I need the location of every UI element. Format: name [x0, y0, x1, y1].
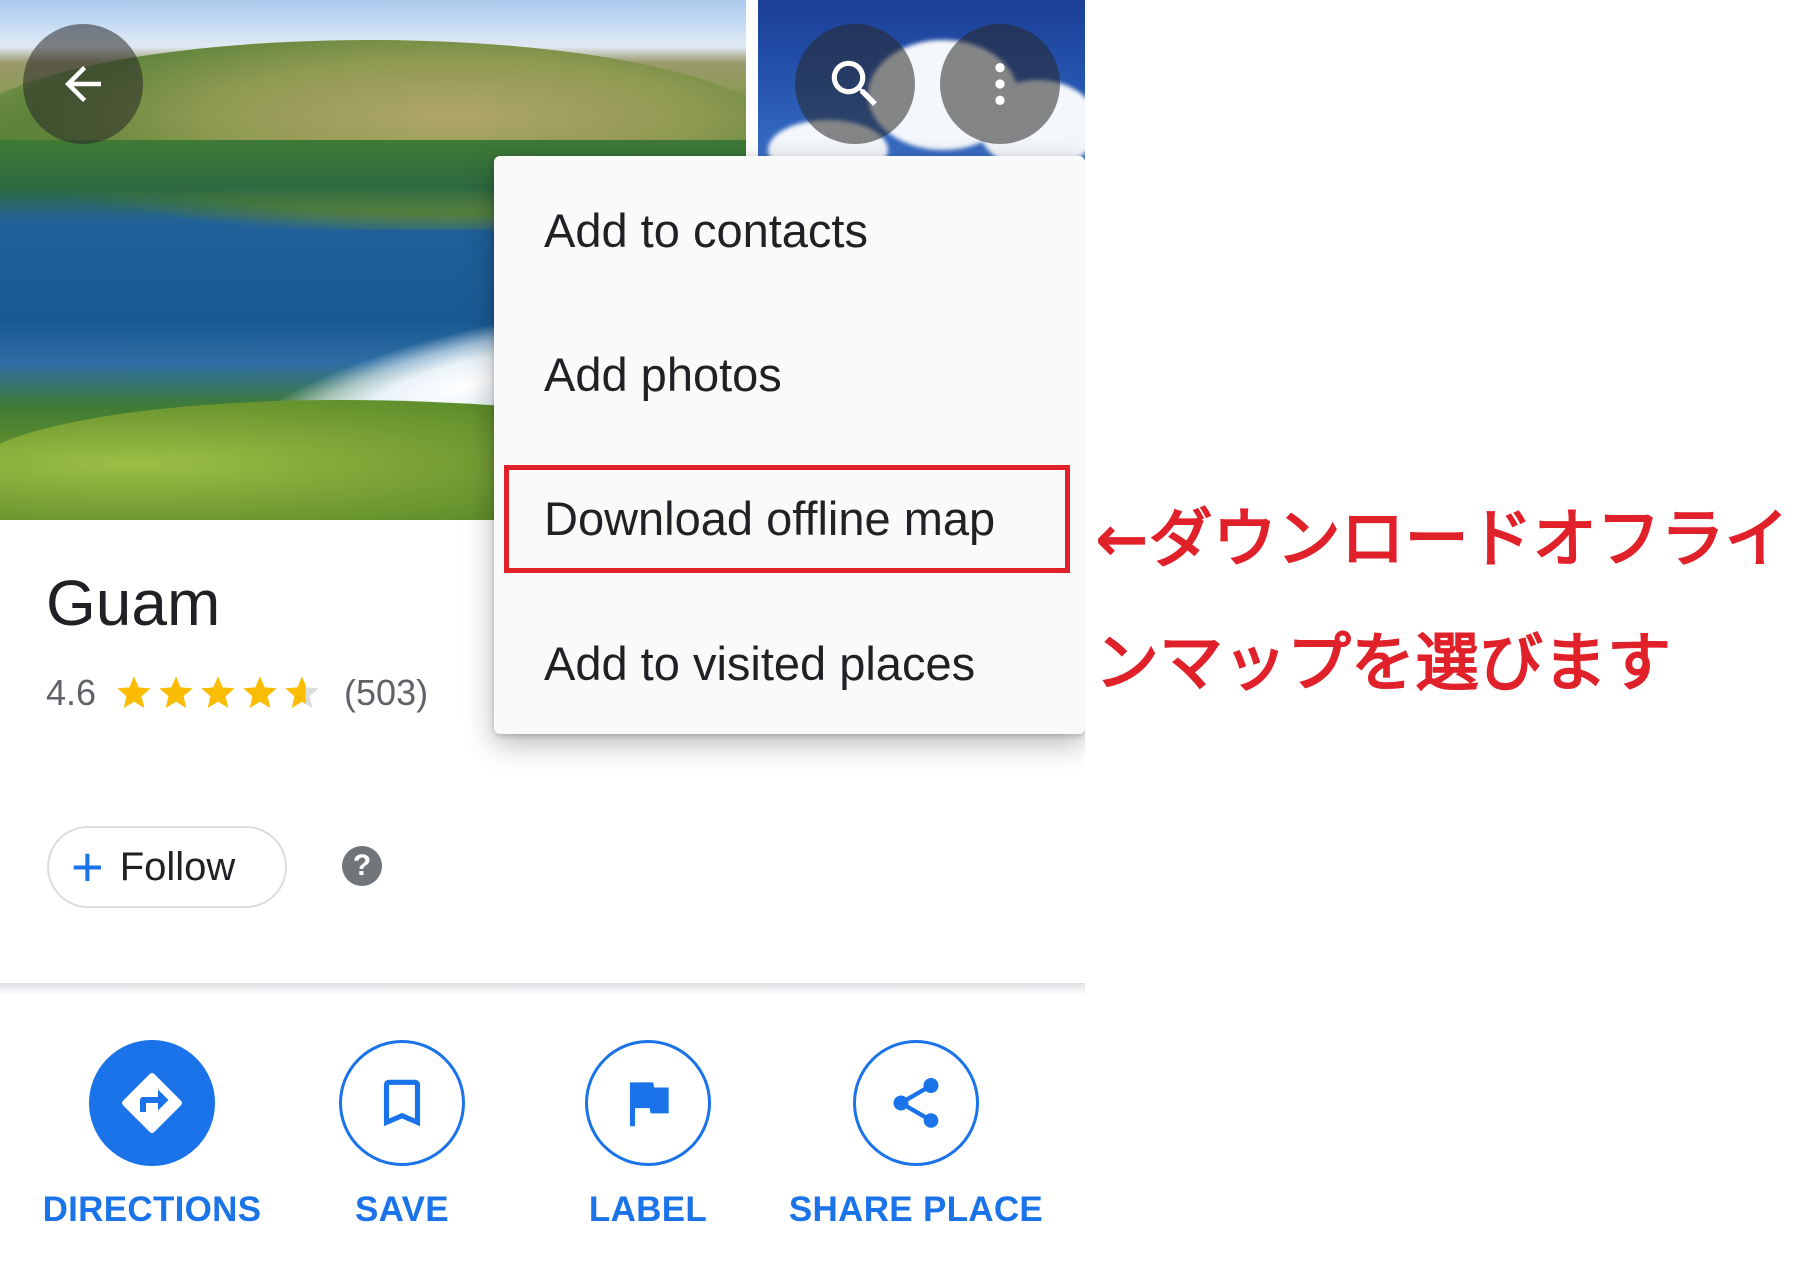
label-label: LABEL	[588, 1190, 708, 1229]
label-circle[interactable]	[585, 1040, 711, 1166]
star-rating	[114, 673, 324, 713]
flag-icon	[629, 1082, 669, 1127]
share-circle[interactable]	[853, 1040, 979, 1166]
star-icon	[117, 676, 151, 708]
star-icon	[201, 676, 235, 708]
star-icon	[285, 676, 319, 708]
plus-icon: +	[71, 835, 104, 898]
star-icon	[159, 676, 193, 708]
follow-label: Follow	[119, 844, 236, 889]
annotation-text: ←ダウンロードオフラインマップを選びます	[1095, 503, 1789, 701]
search-icon	[831, 60, 877, 106]
save-button[interactable]: SAVE	[272, 1040, 532, 1230]
place-screen: Guam 4.6 (503) + Follow ? DIRECTIONS SAV…	[0, 0, 1085, 1268]
rating-row[interactable]: 4.6 (503)	[46, 668, 428, 718]
overflow-menu: Add to contacts Add photos Download offl…	[494, 156, 1085, 734]
search-button[interactable]	[795, 24, 915, 144]
more-options-button[interactable]	[940, 24, 1060, 144]
place-title: Guam	[46, 567, 221, 639]
arrow-left-icon	[65, 66, 101, 102]
share-place-button[interactable]: SHARE PLACE	[786, 1040, 1046, 1230]
directions-button[interactable]: DIRECTIONS	[22, 1040, 282, 1230]
section-divider	[0, 983, 1085, 995]
directions-circle[interactable]	[89, 1040, 215, 1166]
star-icon	[243, 676, 277, 708]
save-label: SAVE	[355, 1190, 449, 1229]
directions-icon	[122, 1072, 183, 1133]
directions-label: DIRECTIONS	[42, 1190, 262, 1229]
more-vert-icon	[995, 63, 1005, 105]
highlight-box	[504, 465, 1070, 573]
bookmark-icon	[383, 1079, 421, 1127]
menu-item-add-to-contacts[interactable]: Add to contacts	[544, 203, 868, 258]
help-icon[interactable]: ?	[342, 846, 382, 886]
save-circle[interactable]	[339, 1040, 465, 1166]
menu-item-add-photos[interactable]: Add photos	[544, 347, 782, 402]
follow-button[interactable]: + Follow	[47, 826, 287, 908]
back-button[interactable]	[23, 24, 143, 144]
rating-value: 4.6	[46, 672, 97, 713]
review-count[interactable]: (503)	[344, 672, 428, 714]
share-icon	[893, 1078, 939, 1128]
menu-item-add-to-visited-places[interactable]: Add to visited places	[544, 636, 975, 691]
label-button[interactable]: LABEL	[518, 1040, 778, 1230]
share-place-label: SHARE PLACE	[788, 1190, 1044, 1229]
